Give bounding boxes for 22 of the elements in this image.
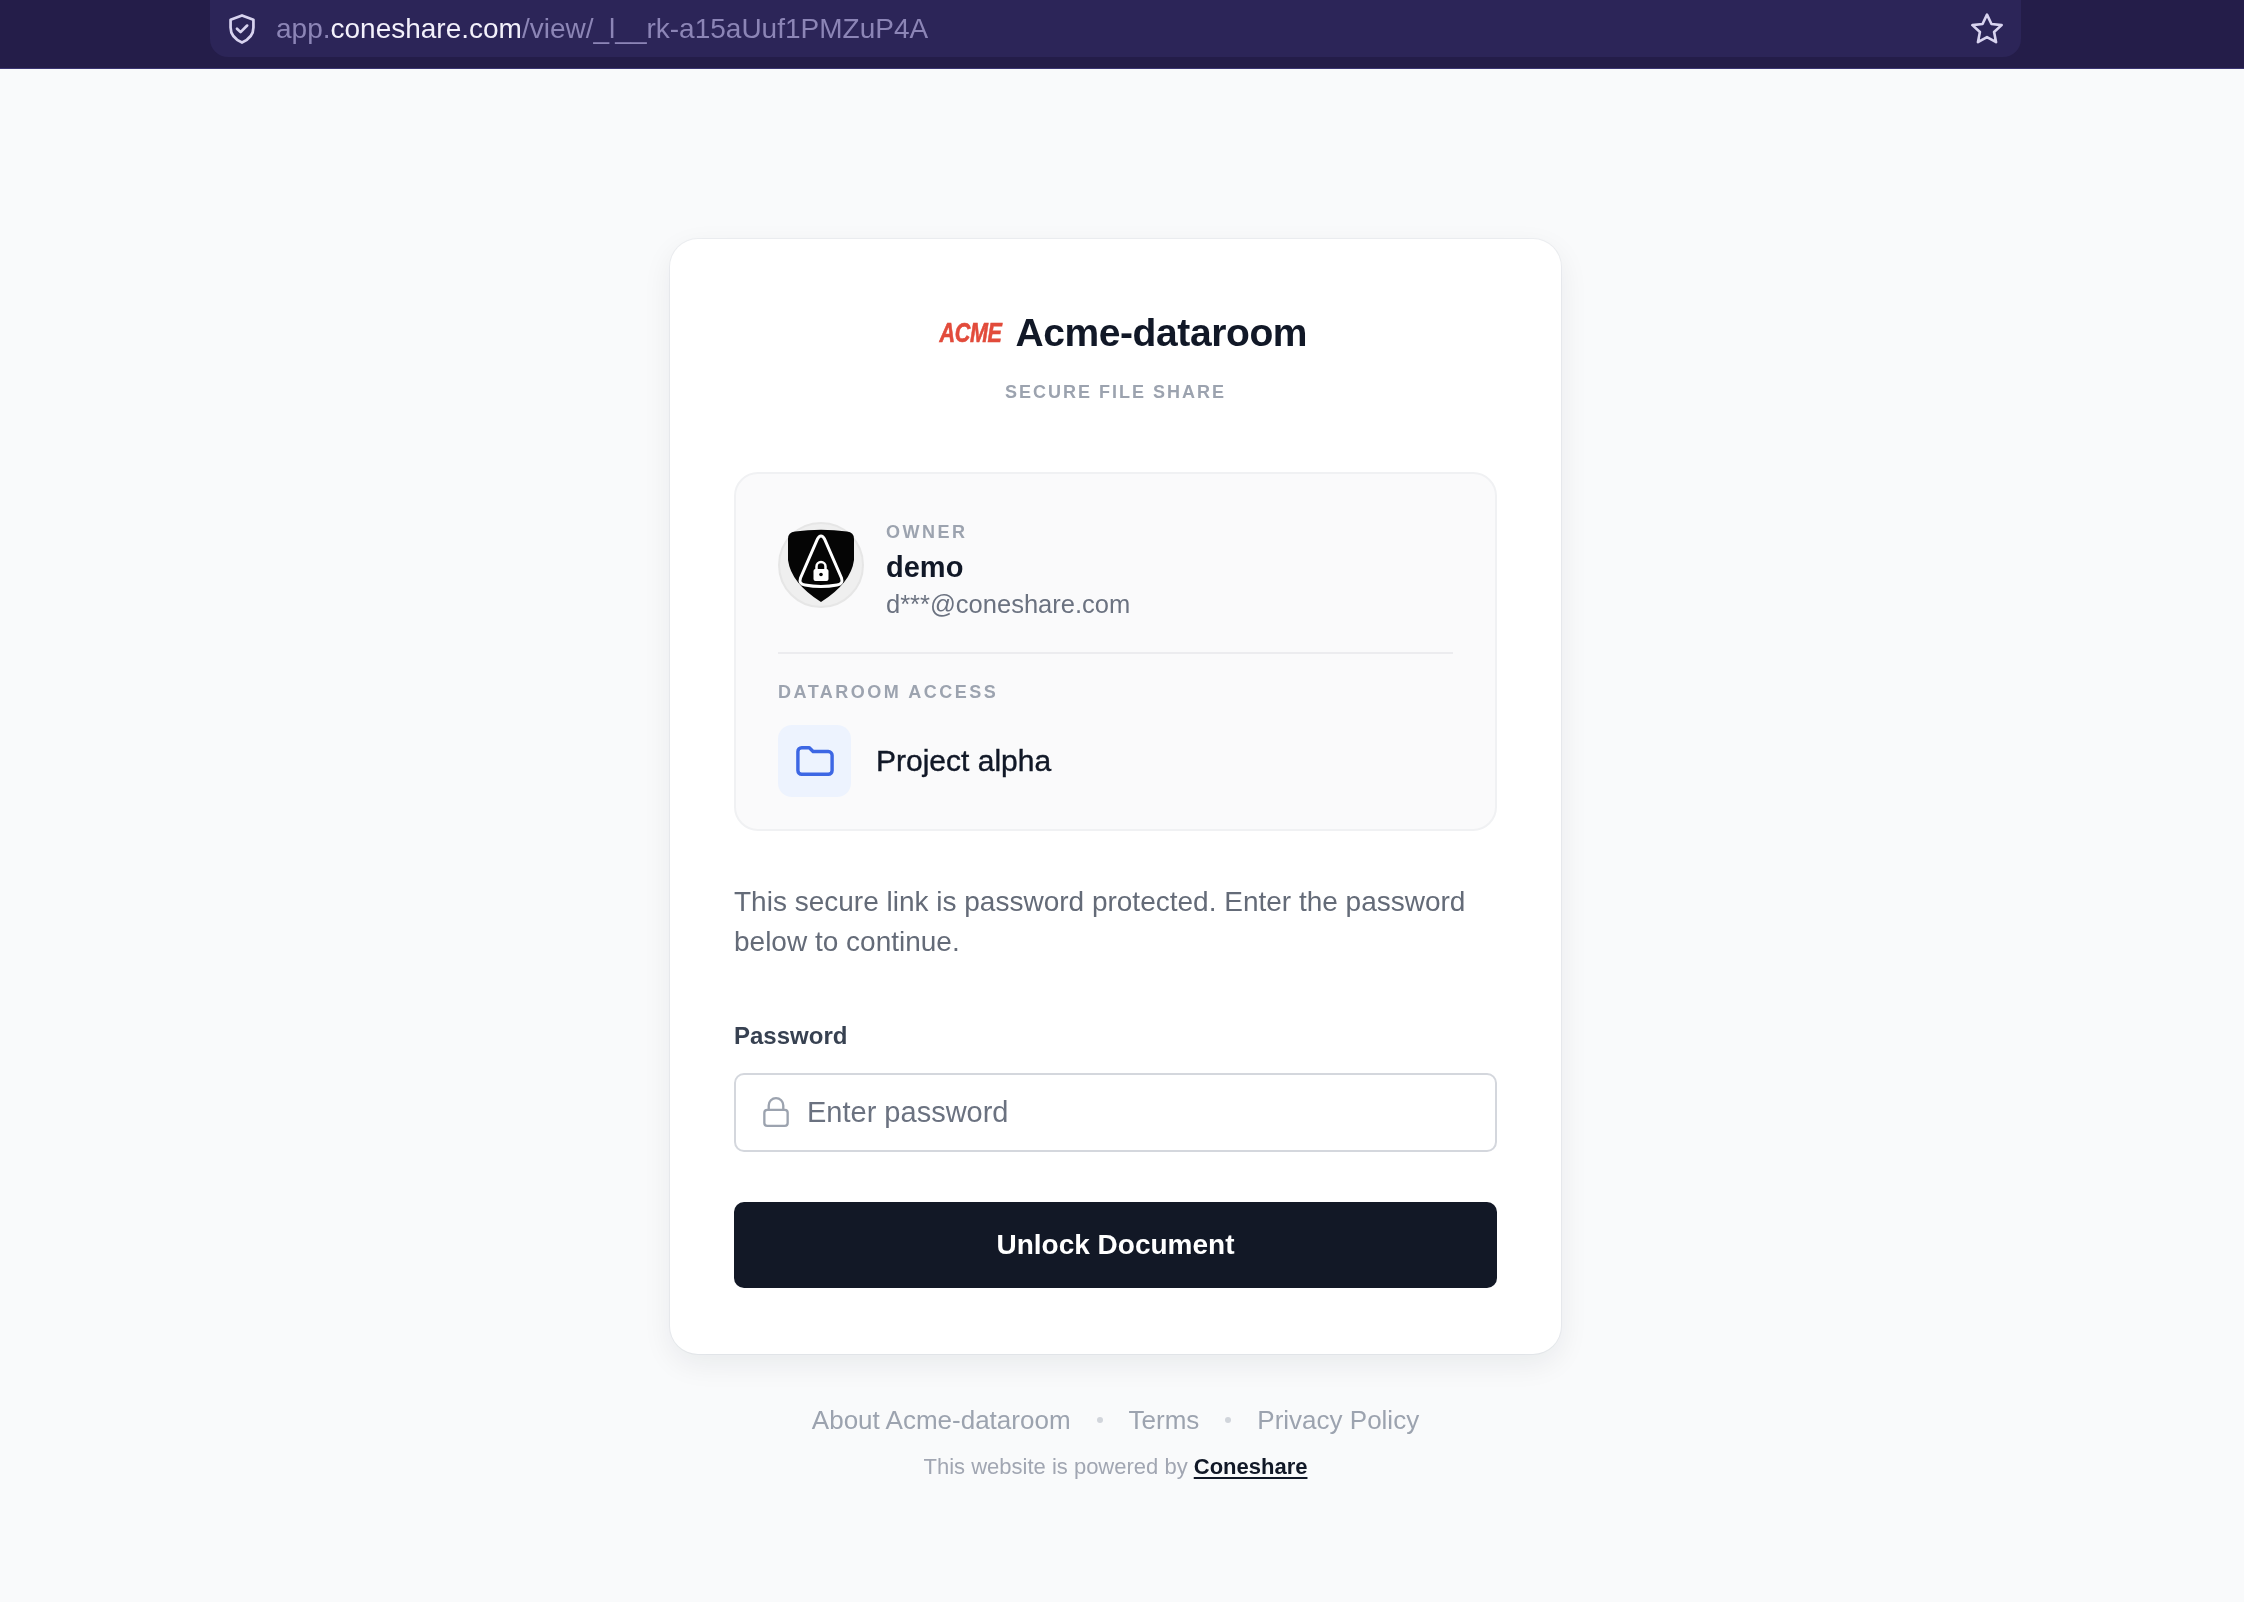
shield-check-icon[interactable] [228, 13, 256, 44]
owner-label: OWNER [886, 522, 968, 542]
access-label: DATAROOM ACCESS [778, 682, 999, 702]
powered-by-text: This website is powered by Coneshare [923, 1453, 1308, 1481]
password-message: This secure link is password protected. Enter the password below to continue. [734, 885, 1467, 959]
separator-dot-icon [1225, 1417, 1232, 1423]
star-icon[interactable] [1971, 13, 2003, 44]
password-label: Password [734, 1022, 848, 1050]
owner-email: d***@coneshare.com [886, 589, 1131, 620]
subtitle: SECURE FILE SHARE [1005, 381, 1226, 404]
folder-icon [778, 725, 851, 797]
lock-icon [762, 1097, 790, 1127]
shield-lock-avatar-icon [778, 522, 864, 608]
url-field[interactable]: app.coneshare.com/view/_l__rk-a15aUuf1PMZuP4A [276, 11, 929, 46]
unlock-button[interactable]: Unlock Document [734, 1202, 1497, 1288]
dataroom-title: Acme-dataroom [1015, 310, 1308, 356]
dataroom-name: Project alpha [876, 743, 1052, 779]
separator-dot-icon [1096, 1417, 1103, 1423]
logo-text: ACME [939, 319, 1002, 347]
password-field[interactable]: Enter password [734, 1073, 1497, 1152]
coneshare-link[interactable]: Coneshare [1193, 1454, 1308, 1479]
owner-name: demo [886, 550, 964, 585]
